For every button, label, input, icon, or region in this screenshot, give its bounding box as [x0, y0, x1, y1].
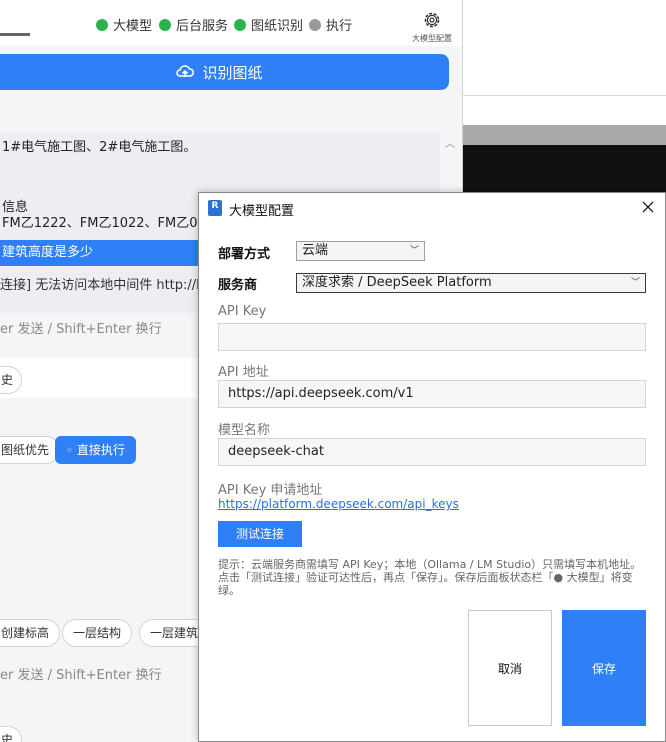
provider-value: 深度求索 / DeepSeek Platform — [302, 275, 492, 290]
status-exec: 执行 — [309, 15, 352, 34]
settings-caption: 大模型配置 — [412, 34, 452, 43]
save-label: 保存 — [591, 661, 616, 676]
api-url-input[interactable]: https://api.deepseek.com/v1 — [218, 380, 646, 408]
status-label: 后台服务 — [176, 19, 229, 34]
recognize-drawing-button[interactable]: 识别图纸 — [0, 54, 449, 90]
api-key-input[interactable] — [218, 323, 646, 351]
hint-text: 提示：云端服务商需填写 API Key；本地（Ollama / LM Studi… — [218, 558, 642, 597]
recognize-button-label: 识别图纸 — [202, 63, 263, 82]
status-dot-icon — [309, 18, 321, 31]
test-connection-button[interactable]: 测试连接 — [218, 521, 302, 547]
deploy-label: 部署方式 — [218, 247, 271, 262]
deploy-select[interactable]: 云端 ﹀ — [296, 241, 425, 261]
provider-label: 服务商 — [218, 278, 258, 293]
status-dot-icon — [96, 18, 108, 31]
status-dot-icon — [234, 18, 246, 31]
api-key-label: API Key — [218, 304, 267, 319]
chat-message: FM乙1222、FM乙1022、FM乙0820 — [2, 216, 223, 231]
model-name-label: 模型名称 — [218, 423, 271, 438]
drawing-first-chip[interactable]: 图纸优先 — [0, 436, 61, 464]
chevron-down-icon: ﹀ — [409, 246, 419, 256]
status-llm: 大模型 — [96, 15, 152, 34]
quick-chip-floor1-structure[interactable]: 一层结构 — [62, 619, 133, 647]
deploy-value: 云端 — [302, 243, 329, 258]
status-dot-icon — [159, 18, 171, 31]
selected-question[interactable]: 建筑高度是多少 — [0, 240, 200, 266]
chat-input[interactable]: er 发送 / Shift+Enter 换行 — [0, 318, 162, 337]
close-icon[interactable] — [641, 200, 655, 214]
scroll-up-icon[interactable]: ︿ — [445, 135, 457, 150]
status-label: 大模型 — [113, 19, 153, 34]
divider — [463, 95, 666, 96]
dialog-titlebar[interactable]: R 大模型配置 — [199, 193, 665, 223]
api-key-apply-label: API Key 申请地址 — [218, 483, 323, 498]
chevron-down-icon: ﹀ — [630, 278, 640, 288]
cancel-label: 取消 — [497, 661, 522, 676]
logo-mark — [0, 33, 30, 36]
api-url-label: API 地址 — [218, 365, 269, 380]
app-icon: R — [208, 200, 222, 216]
status-label: 图纸识别 — [251, 19, 304, 34]
save-button[interactable]: 保存 — [562, 610, 646, 726]
chat-input[interactable]: er 发送 / Shift+Enter 换行 — [0, 664, 162, 683]
cloud-upload-icon — [176, 65, 195, 77]
cancel-button[interactable]: 取消 — [468, 610, 552, 726]
model-name-input[interactable]: deepseek-chat — [218, 438, 646, 466]
error-message: 连接] 无法访问本地中间件 http://loc — [0, 278, 215, 293]
gear-icon[interactable] — [422, 10, 442, 30]
provider-select[interactable]: 深度求索 / DeepSeek Platform ﹀ — [296, 273, 646, 293]
dialog-title: 大模型配置 — [229, 204, 295, 219]
status-drawing: 图纸识别 — [234, 15, 303, 34]
quick-chip-create-levels[interactable]: 创建标高 — [0, 619, 61, 647]
background-window — [463, 125, 666, 145]
status-backend: 后台服务 — [159, 15, 228, 34]
direct-exec-chip[interactable]: ◦ 直接执行 — [55, 436, 136, 464]
api-key-apply-link[interactable]: https://platform.deepseek.com/api_keys — [218, 497, 459, 511]
status-bar: 大模型 后台服务 图纸识别 执行 大模型配置 — [0, 0, 462, 46]
chat-message: 1#电气施工图、2#电气施工图。 — [2, 140, 197, 155]
status-label: 执行 — [326, 19, 353, 34]
llm-config-dialog: R 大模型配置 部署方式 云端 ﹀ 服务商 深度求索 / DeepSeek Pl… — [198, 192, 666, 742]
history-chip[interactable]: 史 — [0, 726, 23, 742]
background-window — [463, 0, 666, 125]
